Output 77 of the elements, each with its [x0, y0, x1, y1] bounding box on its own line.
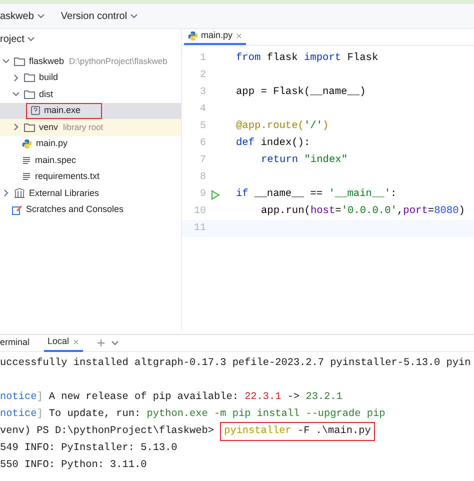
tree-item-label: main.exe [44, 104, 81, 117]
line-number: 6 [198, 137, 206, 151]
line-number: 8 [198, 171, 206, 185]
close-icon[interactable] [73, 339, 80, 345]
line-number: 10 [192, 205, 206, 219]
terminal-line: venv) PS D:\pythonProject\flaskweb> pyinstaller -F .\main.py [0, 424, 387, 440]
chevron-down-icon[interactable] [12, 90, 20, 98]
tree-item-label: dist [39, 88, 54, 100]
python-icon [188, 31, 198, 41]
highlight-frame: pyinstaller -F .\main.py [220, 422, 375, 441]
code-line: app.run(host='0.0.0.0',port=8080) [261, 204, 465, 219]
line-number: 1 [198, 52, 206, 66]
python-icon [22, 138, 32, 149]
tree-item-label: flaskweb [29, 54, 64, 68]
vcs-menu[interactable]: Version control [60, 8, 138, 24]
tree-item[interactable]: main.exe [0, 102, 181, 119]
line-number: 11 [192, 222, 206, 236]
tree-item-label: venv [39, 120, 58, 134]
tree-item[interactable]: venv library root [0, 119, 181, 136]
terminal-line: uccessfully installed altgraph-0.17.3 pefile-2023.2.7 pyinstaller-5.13.0 pyin [0, 356, 471, 371]
chevron-down-icon[interactable] [36, 12, 45, 20]
line-number: 3 [198, 86, 206, 100]
chevron-right-icon[interactable] [2, 189, 10, 198]
tree-item[interactable]: build [0, 70, 181, 86]
folder-icon [24, 90, 35, 99]
tree-item-note: library root [63, 120, 104, 134]
code-line: app = Flask(__name__) [236, 84, 366, 100]
tree-item[interactable]: Scratches and Consoles [0, 202, 181, 218]
line-number: 5 [198, 120, 206, 134]
line-number: 4 [198, 103, 206, 117]
folder-icon [24, 73, 35, 82]
tree-item[interactable]: dist [0, 86, 181, 102]
run-icon[interactable] [211, 190, 220, 200]
file-icon [31, 106, 40, 116]
folder-icon [14, 56, 25, 66]
terminal-line: notice] A new release of pip available: 22.3.1 -> 23.2.1 [0, 390, 342, 405]
tree-item-label: main.spec [35, 154, 76, 167]
chevron-right-icon[interactable] [12, 123, 20, 132]
code-line: return "index" [261, 152, 348, 168]
close-icon[interactable] [236, 33, 242, 39]
code-line: from flask import Flask [236, 50, 378, 66]
tree-item-note: D:\pythonProject\flaskweb [69, 54, 168, 68]
chevron-down-icon[interactable] [2, 57, 10, 66]
terminal-line: 549 INFO: PyInstaller: 5.13.0 [0, 442, 178, 456]
panel-title: roject [0, 32, 24, 46]
line-number: 7 [198, 154, 206, 168]
code-line: if __name__ == '__main__': [236, 186, 397, 202]
chevron-down-icon[interactable] [130, 12, 138, 20]
tree-item[interactable]: main.py [0, 136, 181, 152]
terminal-line: 550 INFO: Python: 3.11.0 [0, 458, 147, 473]
tree-item-label: Scratches and Consoles [26, 203, 124, 216]
tree-item[interactable]: External Libraries [0, 185, 181, 202]
project-menu[interactable]: askweb [0, 8, 45, 24]
library-icon [14, 188, 25, 198]
terminal-title: erminal [0, 336, 30, 350]
line-number: 9 [198, 188, 206, 202]
editor-tab[interactable]: main.py [184, 29, 246, 45]
tree-item-label: main.py [36, 137, 68, 150]
tree-item[interactable]: main.spec [0, 152, 181, 168]
text-file-icon [22, 156, 31, 165]
tree-item[interactable]: flaskweb D:\pythonProject\flaskweb [0, 53, 181, 70]
terminal-line: notice] To update, run: python.exe -m pip install --upgrade pip [0, 408, 386, 422]
tree-item-label: build [39, 71, 58, 84]
terminal-tab[interactable]: Local [44, 334, 84, 352]
code-line: @app.route('/') [236, 118, 329, 134]
plus-icon[interactable] [97, 339, 106, 347]
tree-item-label: requirements.txt [35, 170, 100, 183]
chevron-right-icon[interactable] [12, 74, 20, 82]
tree-item[interactable]: requirements.txt [0, 168, 181, 185]
text-file-icon [22, 172, 31, 182]
chevron-down-icon[interactable] [27, 35, 36, 43]
folder-icon [24, 122, 35, 132]
line-number: 2 [198, 69, 206, 83]
code-line: def index(): [236, 136, 310, 151]
scratch-icon [12, 204, 22, 215]
tree-item-label: External Libraries [29, 186, 100, 200]
chevron-down-icon[interactable] [111, 339, 120, 347]
